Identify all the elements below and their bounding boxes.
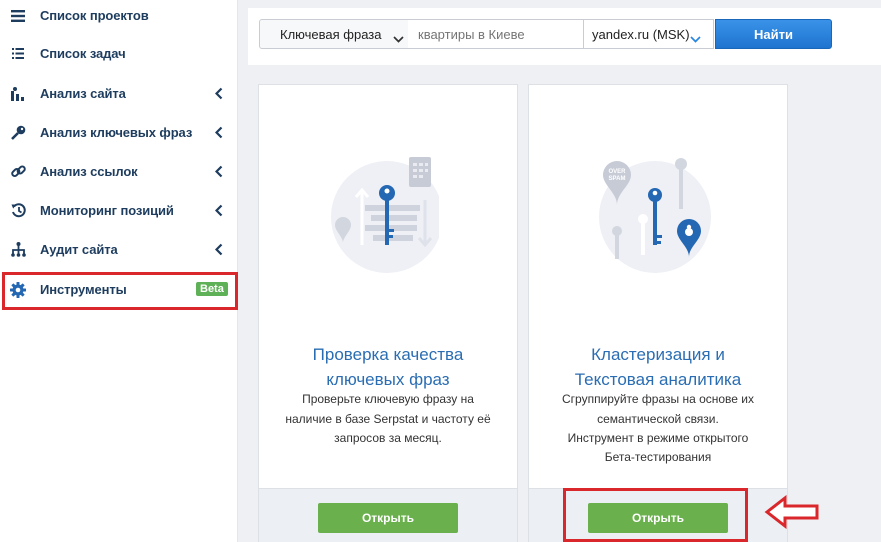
open-button[interactable]: Открыть: [318, 503, 458, 533]
card-description: наличие в базе Serpstat и частоту её: [285, 412, 491, 426]
sidebar-item-site-analysis[interactable]: Анализ сайта: [0, 74, 238, 113]
key-icon: [10, 125, 26, 141]
chevron-left-icon: [214, 204, 225, 218]
sidebar-item-link-analysis[interactable]: Анализ ссылок: [0, 152, 238, 191]
card-description: семантической связи.: [597, 412, 719, 426]
menu-icon: [10, 8, 26, 24]
sidebar-item-projects[interactable]: Список проектов: [0, 0, 238, 35]
chevron-down-icon: [393, 30, 404, 48]
tool-card-keyword-quality: Проверка качества ключевых фраз Проверьт…: [258, 84, 518, 542]
search-type-value: Ключевая фраза: [280, 26, 382, 42]
list-icon: [10, 46, 26, 62]
chevron-left-icon: [214, 126, 225, 140]
highlight-box-tools: [2, 272, 238, 310]
search-button[interactable]: Найти: [715, 19, 832, 49]
pointer-arrow-icon: [764, 495, 819, 529]
chevron-left-icon: [214, 87, 225, 101]
sidebar-item-label: Мониторинг позиций: [40, 203, 174, 218]
chevron-down-icon: [690, 30, 701, 48]
chevron-left-icon: [214, 165, 225, 179]
search-input[interactable]: [408, 19, 584, 49]
card-description: запросов за месяц.: [334, 431, 442, 445]
database-select[interactable]: yandex.ru (MSK): [583, 19, 714, 49]
sidebar: Список проектов Список задач Анализ сайт…: [0, 0, 238, 542]
database-value: yandex.ru (MSK): [592, 26, 690, 42]
illustration-label: OVER: [608, 169, 626, 175]
sidebar-item-label: Список проектов: [40, 8, 149, 23]
sitemap-icon: [10, 242, 26, 258]
card-description: Сгруппируйте фразы на основе их: [562, 392, 754, 406]
sidebar-item-label: Анализ ключевых фраз: [40, 125, 193, 140]
history-icon: [10, 203, 26, 219]
chart-icon: [10, 86, 26, 102]
sidebar-item-label: Анализ ссылок: [40, 164, 138, 179]
search-bar: Ключевая фраза yandex.ru (MSK) Найти: [248, 8, 881, 65]
tool-card-clustering: OVER SPAM Кластеризация и Текстовая анал…: [528, 84, 788, 542]
card-footer: Открыть: [259, 488, 517, 542]
link-icon: [10, 164, 26, 180]
chevron-left-icon: [214, 243, 225, 257]
search-type-select[interactable]: Ключевая фраза: [259, 19, 409, 49]
clustering-illustration: OVER SPAM: [599, 158, 711, 273]
card-description: Проверьте ключевую фразу на: [302, 392, 474, 406]
sidebar-item-label: Анализ сайта: [40, 86, 126, 101]
card-description: Бета-тестирования: [604, 450, 712, 464]
sidebar-item-label: Список задач: [40, 46, 126, 61]
card-description: Инструмент в режиме открытого: [567, 431, 749, 445]
sidebar-item-tasks[interactable]: Список задач: [0, 34, 238, 73]
sidebar-item-label: Аудит сайта: [40, 242, 118, 257]
sidebar-item-site-audit[interactable]: Аудит сайта: [0, 230, 238, 269]
sidebar-item-position-monitoring[interactable]: Мониторинг позиций: [0, 191, 238, 230]
keyword-check-illustration: [331, 157, 439, 273]
highlight-box-open: [563, 488, 748, 542]
illustration-label: SPAM: [609, 176, 626, 182]
sidebar-item-keyword-analysis[interactable]: Анализ ключевых фраз: [0, 113, 238, 152]
